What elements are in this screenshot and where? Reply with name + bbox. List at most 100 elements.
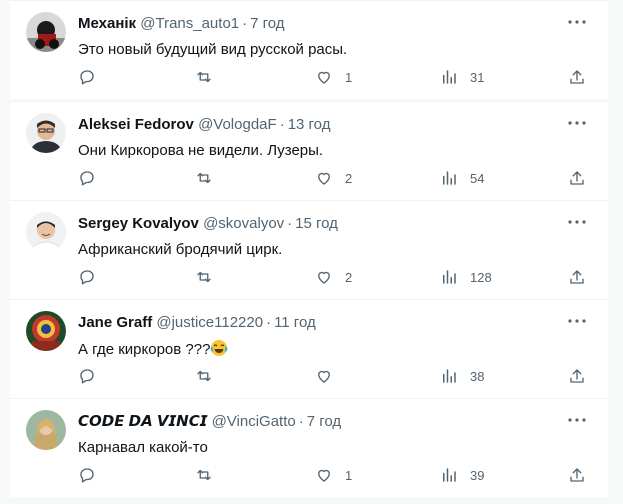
author-handle[interactable]: @VologdaF — [198, 116, 277, 133]
view-count: 128 — [470, 269, 492, 285]
repost-button[interactable] — [195, 265, 225, 289]
reply-button[interactable] — [78, 364, 108, 388]
share-button[interactable] — [568, 166, 586, 190]
reply-icon — [78, 169, 96, 187]
separator-dot: · — [298, 413, 304, 430]
separator-dot: · — [287, 215, 293, 232]
timestamp[interactable]: 11 год — [274, 314, 316, 331]
repost-icon — [195, 68, 213, 86]
view-count: 39 — [470, 467, 485, 483]
like-button[interactable]: 1 — [315, 463, 352, 487]
replies-feed: Механік @Trans_auto1 · 7 год Это новый буд… — [0, 0, 623, 504]
author-handle[interactable]: @justice112220 — [156, 314, 263, 331]
reply-text: Карнавал какой-то — [78, 439, 208, 456]
views-icon — [440, 268, 458, 286]
reply-card[interactable]: 𝘾𝙊𝘿𝙀 𝘿𝘼 𝙑𝙄𝙉𝘾𝙄 @VinciGatto · 7 год Карнавал… — [10, 398, 608, 497]
reply-text: Они Киркорова не видели. Лузеры. — [78, 142, 324, 159]
author-handle[interactable]: @Trans_auto1 — [140, 15, 239, 32]
reply-text: Это новый будущий вид русской расы. — [78, 41, 348, 58]
share-icon — [568, 367, 586, 385]
action-bar: 2 54 — [10, 166, 608, 190]
action-bar: 2 128 — [10, 265, 608, 289]
like-icon — [315, 466, 333, 484]
avatar[interactable] — [26, 410, 66, 450]
author-name[interactable]: Jane Graff — [78, 314, 152, 331]
more-icon[interactable] — [566, 211, 588, 233]
more-icon[interactable] — [566, 11, 588, 33]
separator-dot: · — [266, 314, 272, 331]
reply-button[interactable] — [78, 166, 108, 190]
share-button[interactable] — [568, 463, 586, 487]
like-icon — [315, 367, 333, 385]
repost-button[interactable] — [195, 463, 225, 487]
reply-button[interactable] — [78, 265, 108, 289]
author-name[interactable]: Механік — [78, 15, 136, 32]
reply-card[interactable]: Механік @Trans_auto1 · 7 год Это новый буд… — [10, 0, 608, 99]
views-icon — [440, 68, 458, 86]
views-button[interactable]: 31 — [440, 65, 484, 89]
reply-icon — [78, 268, 96, 286]
like-button[interactable] — [315, 364, 345, 388]
share-icon — [568, 268, 586, 286]
views-icon — [440, 367, 458, 385]
author-name[interactable]: Sergey Kovalyov — [78, 215, 199, 232]
timestamp[interactable]: 7 год — [250, 15, 284, 32]
reply-header: Jane Graff @justice112220 · 11 год — [78, 314, 316, 332]
like-count: 2 — [345, 170, 353, 186]
avatar[interactable] — [26, 212, 66, 252]
reply-text: Африканский бродячий цирк. — [78, 241, 283, 258]
reply-button[interactable] — [78, 463, 108, 487]
share-button[interactable] — [568, 265, 586, 289]
share-icon — [568, 466, 586, 484]
reply-header: Aleksei Fedorov @VologdaF · 13 год — [78, 116, 330, 134]
repost-button[interactable] — [195, 166, 225, 190]
view-count: 54 — [470, 170, 485, 186]
separator-dot: · — [279, 116, 285, 133]
reply-icon — [78, 367, 96, 385]
reply-text-container: А где киркоров ??? — [78, 339, 228, 360]
like-button[interactable]: 2 — [315, 265, 352, 289]
views-button[interactable]: 128 — [440, 265, 492, 289]
share-button[interactable] — [568, 65, 586, 89]
repost-button[interactable] — [195, 364, 225, 388]
share-icon — [568, 68, 586, 86]
timestamp[interactable]: 15 год — [295, 215, 338, 232]
timestamp[interactable]: 7 год — [307, 413, 341, 430]
reply-icon — [78, 466, 96, 484]
like-button[interactable]: 2 — [315, 166, 352, 190]
more-icon[interactable] — [566, 409, 588, 431]
reply-card[interactable]: Jane Graff @justice112220 · 11 год А где к… — [10, 299, 608, 398]
avatar[interactable] — [26, 311, 66, 351]
reply-header: Sergey Kovalyov @skovalyov · 15 год — [78, 215, 338, 233]
more-icon[interactable] — [566, 112, 588, 134]
view-count: 38 — [470, 368, 485, 384]
timestamp[interactable]: 13 год — [288, 116, 331, 133]
reply-button[interactable] — [78, 65, 108, 89]
author-handle[interactable]: @VinciGatto — [212, 413, 296, 430]
avatar[interactable] — [26, 12, 66, 52]
reply-icon — [78, 68, 96, 86]
like-count: 2 — [345, 269, 353, 285]
repost-icon — [195, 268, 213, 286]
reply-header: Механік @Trans_auto1 · 7 год — [78, 15, 285, 33]
like-count: 1 — [345, 467, 353, 483]
more-icon[interactable] — [566, 310, 588, 332]
like-icon — [315, 268, 333, 286]
author-handle[interactable]: @skovalyov — [203, 215, 284, 232]
avatar[interactable] — [26, 113, 66, 153]
reply-card[interactable]: Aleksei Fedorov @VologdaF · 13 год Они Кир… — [10, 101, 608, 200]
views-button[interactable]: 54 — [440, 166, 484, 190]
action-bar: 1 39 — [10, 463, 608, 487]
repost-button[interactable] — [195, 65, 225, 89]
views-button[interactable]: 39 — [440, 463, 484, 487]
author-name[interactable]: 𝘾𝙊𝘿𝙀 𝘿𝘼 𝙑𝙄𝙉𝘾𝙄 — [78, 413, 207, 430]
action-bar: 38 — [10, 364, 608, 388]
views-button[interactable]: 38 — [440, 364, 484, 388]
face-with-tears-of-joy-icon — [210, 339, 228, 357]
like-button[interactable]: 1 — [315, 65, 352, 89]
like-icon — [315, 169, 333, 187]
reply-card[interactable]: Sergey Kovalyov @skovalyov · 15 год Африка… — [10, 200, 608, 299]
views-icon — [440, 169, 458, 187]
author-name[interactable]: Aleksei Fedorov — [78, 116, 194, 133]
share-button[interactable] — [568, 364, 586, 388]
